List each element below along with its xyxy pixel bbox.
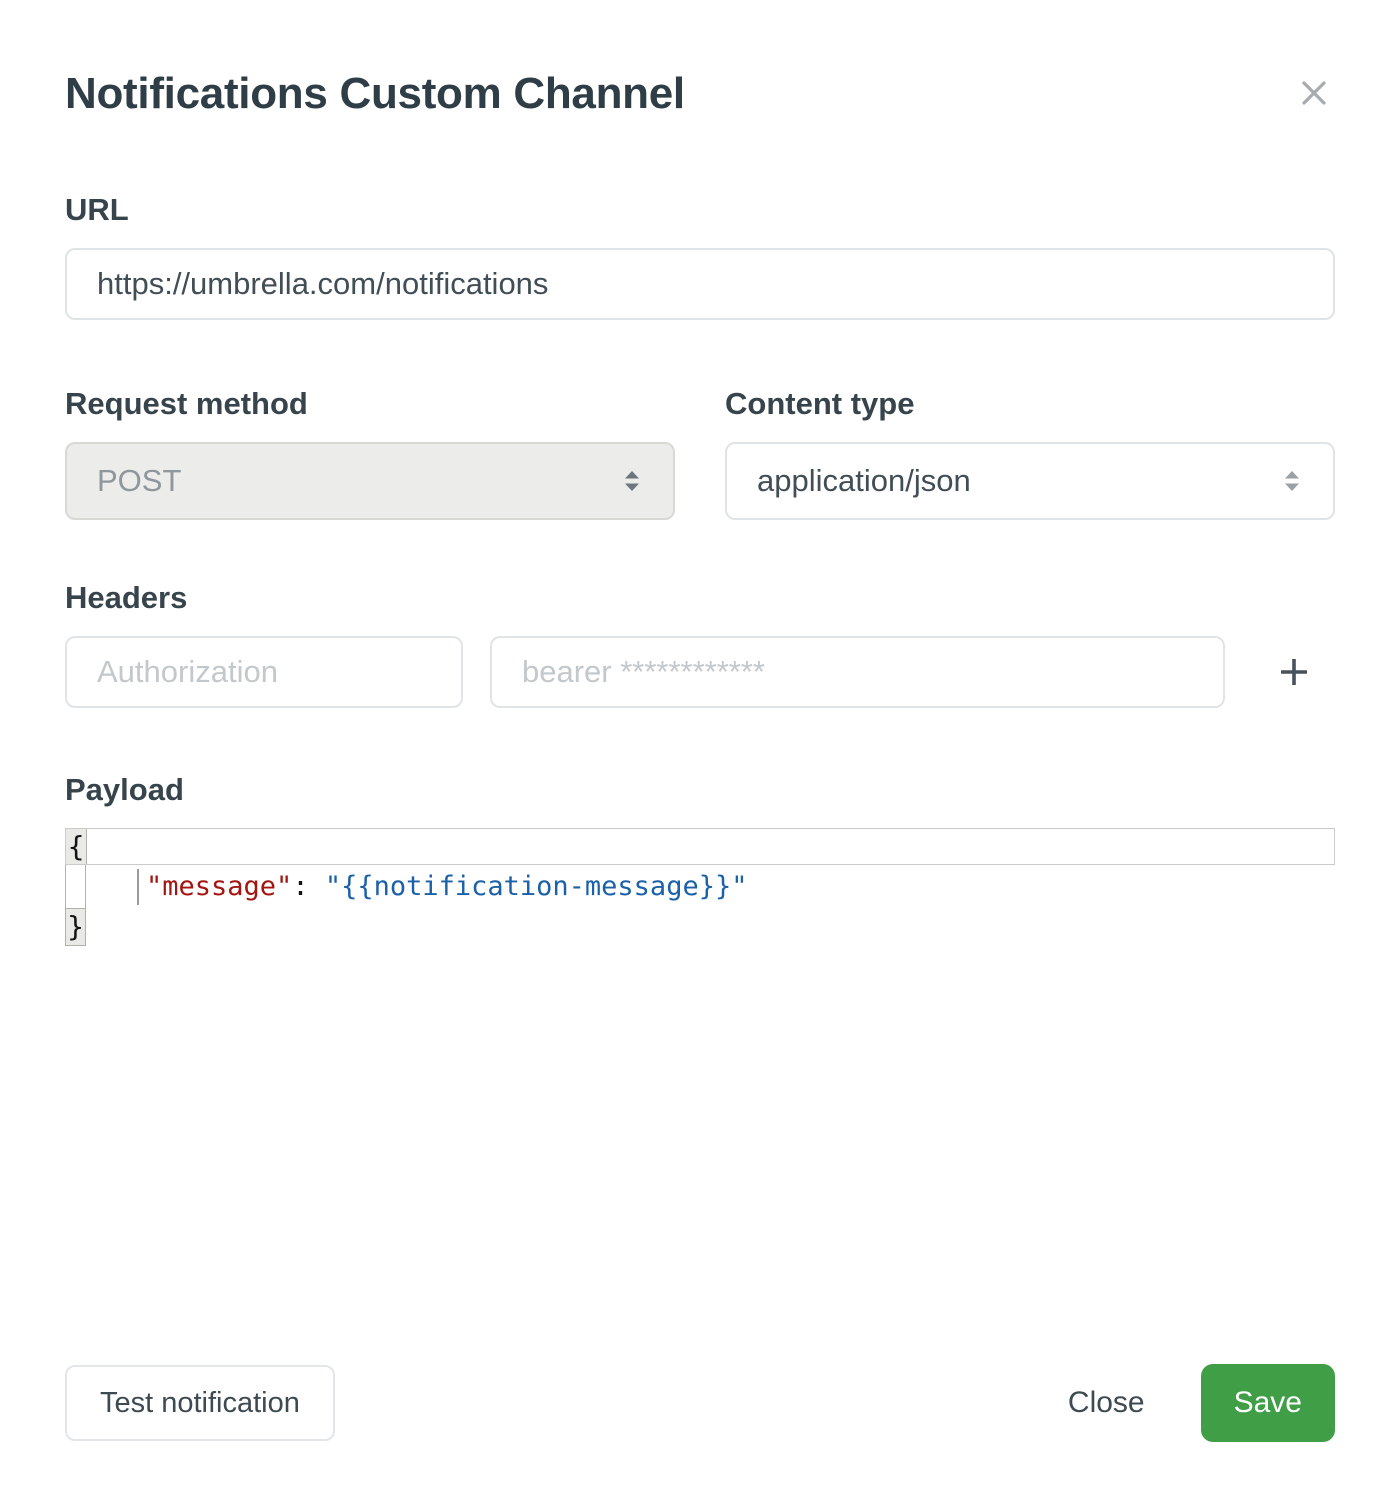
select-arrows-icon	[1281, 465, 1303, 497]
dialog-title: Notifications Custom Channel	[65, 70, 685, 118]
headers-label: Headers	[65, 580, 1335, 616]
code-line-2: "message" : "{{notification-message}}"	[65, 865, 1335, 908]
content-type-label: Content type	[725, 386, 1335, 422]
dialog-footer: Test notification Close Save	[65, 1364, 1335, 1442]
header-key-input[interactable]	[65, 636, 463, 708]
code-line-1: {	[65, 828, 1335, 865]
footer-right-group: Close Save	[1068, 1364, 1335, 1442]
add-header-button[interactable]	[1278, 656, 1310, 688]
content-type-field: Content type application/json	[725, 386, 1335, 520]
dialog-header: Notifications Custom Channel	[65, 70, 1335, 118]
request-method-label: Request method	[65, 386, 675, 422]
request-method-field: Request method POST	[65, 386, 675, 520]
close-button[interactable]: Close	[1068, 1386, 1145, 1420]
payload-label: Payload	[65, 772, 1335, 808]
open-brace: {	[66, 829, 87, 864]
url-input[interactable]	[65, 248, 1335, 320]
method-type-row: Request method POST Content type applica…	[65, 386, 1335, 520]
url-field: URL	[65, 192, 1335, 320]
headers-field: Headers	[65, 580, 1335, 708]
json-separator: :	[292, 871, 325, 902]
headers-row	[65, 636, 1335, 708]
payload-field: Payload { "message" : "{{notification-me…	[65, 772, 1335, 946]
payload-editor[interactable]: { "message" : "{{notification-message}}"…	[65, 828, 1335, 946]
gutter-cell	[65, 865, 86, 908]
url-label: URL	[65, 192, 1335, 228]
request-method-select[interactable]: POST	[65, 442, 675, 520]
select-arrows-icon	[621, 465, 643, 497]
text-cursor	[137, 869, 139, 905]
save-button[interactable]: Save	[1201, 1364, 1335, 1442]
request-method-value: POST	[97, 463, 181, 499]
close-icon[interactable]	[1293, 72, 1335, 117]
json-key: "message"	[146, 871, 292, 902]
plus-icon	[1278, 656, 1310, 688]
code-line-content: "message" : "{{notification-message}}"	[86, 869, 747, 905]
notifications-custom-channel-dialog: Notifications Custom Channel URL Request…	[0, 0, 1400, 1508]
header-value-input[interactable]	[490, 636, 1225, 708]
test-notification-button[interactable]: Test notification	[65, 1365, 335, 1441]
json-value: "{{notification-message}}"	[325, 871, 748, 902]
x-icon	[1293, 72, 1335, 114]
close-brace: }	[65, 908, 86, 946]
code-line-3: }	[65, 908, 1335, 946]
content-type-value: application/json	[757, 463, 971, 499]
content-type-select[interactable]: application/json	[725, 442, 1335, 520]
